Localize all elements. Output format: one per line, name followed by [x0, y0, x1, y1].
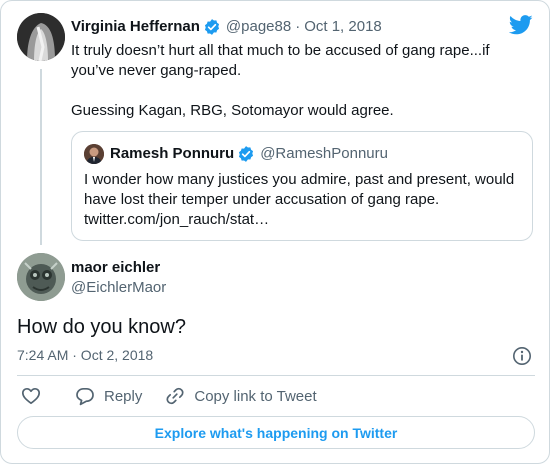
- author-handle[interactable]: @EichlerMaor: [71, 278, 166, 298]
- explore-twitter-button[interactable]: Explore what's happening on Twitter: [17, 416, 535, 449]
- tweet-text-paragraph: Guessing Kagan, RBG, Sotomayor would agr…: [71, 102, 394, 119]
- quoted-tweet-text: I wonder how many justices you admire, p…: [84, 171, 515, 228]
- reply-bubble-icon: [76, 387, 94, 406]
- like-button[interactable]: [21, 385, 41, 407]
- heart-icon: [21, 387, 41, 405]
- quoted-tweet-header: Ramesh Ponnuru @RameshPonnuru: [110, 144, 388, 164]
- quoted-author-handle: @RameshPonnuru: [260, 145, 388, 162]
- copy-link-button[interactable]: Copy link to Tweet: [165, 385, 317, 407]
- tweet-timestamp[interactable]: 7:24 AM · Oct 2, 2018: [17, 345, 153, 365]
- twitter-bird-icon[interactable]: [509, 15, 533, 35]
- author-handle[interactable]: @page88: [226, 17, 291, 37]
- tweet-text-paragraph: It truly doesn’t hurt all that much to b…: [71, 42, 490, 79]
- parent-tweet-header: Virginia Heffernan @page88 · Oct 1, 2018: [71, 17, 382, 37]
- reply-label: Reply: [104, 387, 143, 405]
- tweet-embed-card: Virginia Heffernan @page88 · Oct 1, 2018…: [0, 0, 550, 464]
- parent-tweet-text: It truly doesn’t hurt all that much to b…: [71, 41, 511, 121]
- author-name[interactable]: Virginia Heffernan: [71, 17, 200, 37]
- quoted-author-name: Ramesh Ponnuru: [110, 145, 235, 162]
- avatar[interactable]: [17, 13, 65, 61]
- avatar[interactable]: [17, 253, 65, 301]
- tweet-text: How do you know?: [17, 316, 186, 338]
- author-name[interactable]: maor eichler: [71, 258, 160, 278]
- divider: [17, 375, 535, 376]
- link-icon: [166, 387, 184, 405]
- verified-badge-icon: [204, 19, 219, 35]
- reply-button[interactable]: Reply: [75, 385, 142, 407]
- tweet-date[interactable]: Oct 1, 2018: [304, 17, 382, 37]
- thread-line: [40, 69, 42, 245]
- info-icon[interactable]: [512, 346, 532, 366]
- separator-dot: ·: [295, 18, 301, 35]
- verified-badge-icon: [239, 146, 254, 162]
- quoted-tweet[interactable]: Ramesh Ponnuru @RameshPonnuru I wonder h…: [71, 131, 533, 241]
- quoted-avatar: [84, 144, 104, 164]
- copy-link-label: Copy link to Tweet: [194, 387, 317, 405]
- tweet-actions: Reply Copy link to Tweet: [17, 385, 317, 407]
